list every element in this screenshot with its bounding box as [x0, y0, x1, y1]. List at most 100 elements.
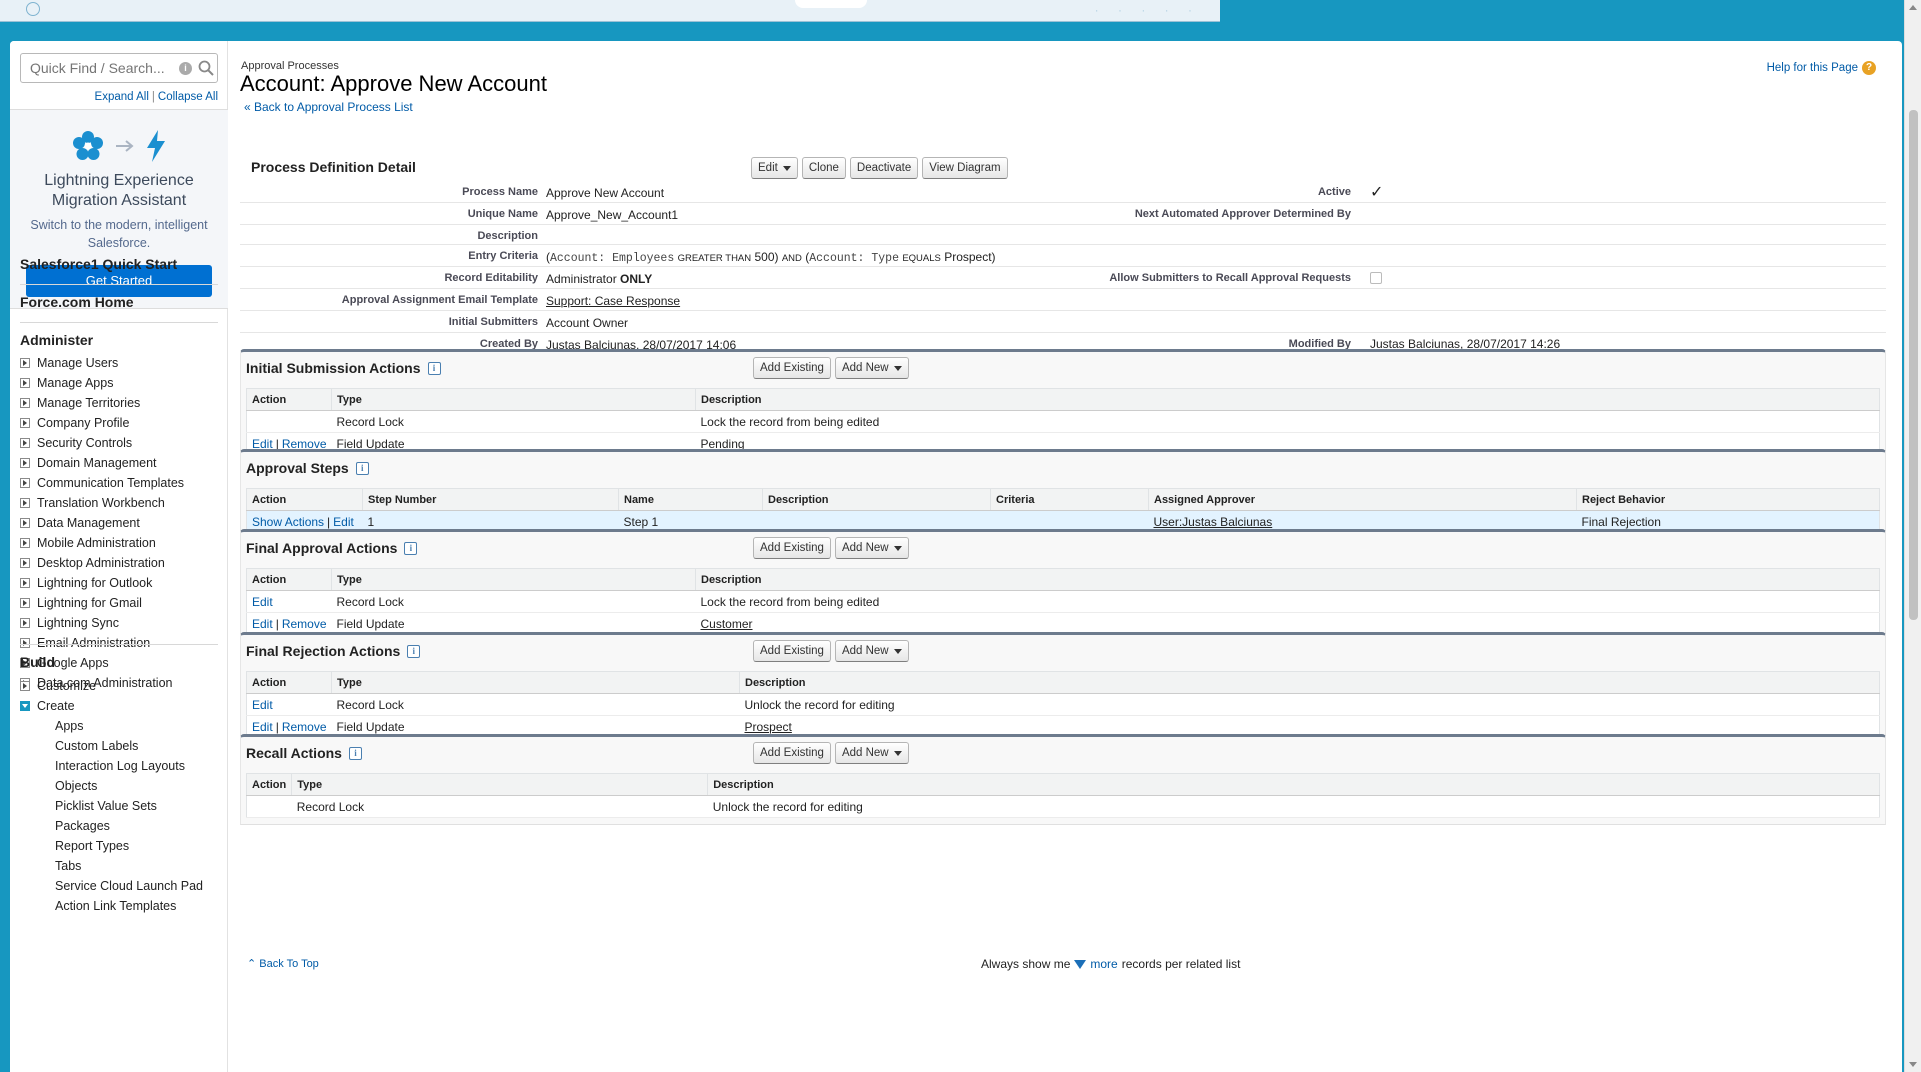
approver-user-link[interactable]: User:Justas Balciunas — [1154, 515, 1273, 529]
salesforce1-quick-start-link[interactable]: Salesforce1 Quick Start — [20, 256, 177, 272]
expand-icon[interactable] — [20, 358, 30, 368]
edit-link[interactable]: Edit — [252, 617, 273, 631]
view-diagram-button[interactable]: View Diagram — [922, 157, 1008, 179]
add-existing-button[interactable]: Add Existing — [753, 742, 831, 764]
expand-icon[interactable] — [20, 681, 30, 691]
info-icon[interactable]: i — [407, 644, 421, 658]
column-header: Type — [331, 388, 696, 411]
approval-steps-table: Action Step Number Name Description Crit… — [246, 488, 1880, 533]
info-icon[interactable]: i — [427, 361, 441, 375]
edit-link[interactable]: Edit — [252, 595, 273, 609]
scroll-down-icon[interactable] — [1909, 1062, 1917, 1067]
sidebar-subitem[interactable]: Report Types — [55, 836, 203, 856]
sidebar-subitem[interactable]: Custom Labels — [55, 736, 203, 756]
info-icon[interactable]: i — [348, 746, 362, 760]
show-actions-link[interactable]: Show Actions — [252, 515, 324, 529]
info-icon[interactable]: i — [404, 541, 418, 555]
clone-button[interactable]: Clone — [801, 157, 846, 179]
sidebar-item[interactable]: Manage Territories — [20, 393, 184, 413]
expand-icon[interactable] — [20, 538, 30, 548]
expand-icon[interactable] — [20, 418, 30, 428]
add-new-dropdown-button[interactable]: Add New — [834, 357, 909, 379]
sidebar-item[interactable]: Data Management — [20, 513, 184, 533]
expand-icon[interactable] — [20, 458, 30, 468]
clear-search-icon[interactable]: i — [179, 62, 192, 75]
sidebar-subitem[interactable]: Picklist Value Sets — [55, 796, 203, 816]
sidebar-subitem[interactable]: Service Cloud Launch Pad — [55, 876, 203, 896]
sidebar-item[interactable]: Company Profile — [20, 413, 184, 433]
expand-all-link[interactable]: Expand All — [95, 91, 149, 103]
expand-icon[interactable] — [20, 578, 30, 588]
sidebar-subitem[interactable]: Action Link Templates — [55, 896, 203, 916]
info-icon[interactable]: i — [355, 461, 369, 475]
page-scrollbar[interactable] — [1904, 0, 1921, 1072]
more-link[interactable]: more — [1090, 957, 1117, 971]
sidebar-subitem[interactable]: Objects — [55, 776, 203, 796]
collapse-icon[interactable] — [20, 701, 30, 711]
sidebar-subitem[interactable]: Interaction Log Layouts — [55, 756, 203, 776]
sidebar-item[interactable]: Lightning Sync — [20, 613, 184, 633]
field-update-link[interactable]: Customer — [701, 617, 753, 631]
sidebar-item[interactable]: Translation Workbench — [20, 493, 184, 513]
help-link[interactable]: Help for this Page ? — [1767, 61, 1876, 75]
expand-icon[interactable] — [20, 518, 30, 528]
sidebar-item[interactable]: Email Administration — [20, 633, 184, 653]
help-icon[interactable]: ? — [1862, 61, 1876, 75]
sidebar-subitem[interactable]: Apps — [55, 716, 203, 736]
expand-icon[interactable] — [20, 378, 30, 388]
remove-link[interactable]: Remove — [282, 720, 327, 734]
email-template-link[interactable]: Support: Case Response — [546, 294, 680, 308]
actions-table: Action Type Description Edit Record Lock… — [246, 671, 1880, 738]
column-header: Description — [762, 488, 991, 511]
add-new-dropdown-button[interactable]: Add New — [834, 742, 909, 764]
field-update-link[interactable]: Prospect — [745, 720, 792, 734]
quick-find-input[interactable] — [21, 54, 166, 82]
edit-link[interactable]: Edit — [252, 720, 273, 734]
sidebar-subitem[interactable]: Tabs — [55, 856, 203, 876]
sidebar-item[interactable]: Mobile Administration — [20, 533, 184, 553]
sidebar-subitem[interactable]: Packages — [55, 816, 203, 836]
expand-icon[interactable] — [20, 638, 30, 648]
sidebar-item[interactable]: Lightning for Gmail — [20, 593, 184, 613]
sidebar-item[interactable]: Desktop Administration — [20, 553, 184, 573]
collapse-all-link[interactable]: Collapse All — [158, 91, 218, 103]
expand-icon[interactable] — [20, 598, 30, 608]
scrollbar-thumb[interactable] — [1909, 110, 1918, 620]
add-new-dropdown-button[interactable]: Add New — [834, 640, 909, 662]
expand-icon[interactable] — [20, 558, 30, 568]
expand-icon[interactable] — [20, 438, 30, 448]
sidebar-item[interactable]: Communication Templates — [20, 473, 184, 493]
expand-icon[interactable] — [20, 618, 30, 628]
more-triangle-icon[interactable] — [1074, 959, 1087, 969]
sidebar-item[interactable]: Manage Users — [20, 353, 184, 373]
sidebar-item[interactable]: Security Controls — [20, 433, 184, 453]
sidebar-item-label: Create — [37, 699, 75, 713]
help-link-text[interactable]: Help for this Page — [1767, 62, 1858, 74]
banner-tab[interactable] — [795, 0, 867, 8]
back-to-list-link[interactable]: « Back to Approval Process List — [244, 100, 413, 114]
remove-link[interactable]: Remove — [282, 617, 327, 631]
force-com-home-link[interactable]: Force.com Home — [20, 294, 134, 310]
edit-link[interactable]: Edit — [252, 698, 273, 712]
deactivate-button[interactable]: Deactivate — [849, 157, 919, 179]
sidebar-item[interactable]: Lightning for Outlook — [20, 573, 184, 593]
sidebar-item[interactable]: Create — [20, 696, 96, 716]
add-new-dropdown-button[interactable]: Add New — [834, 537, 909, 559]
edit-dropdown-button[interactable]: Edit — [751, 157, 798, 179]
add-existing-button[interactable]: Add Existing — [753, 640, 831, 662]
scroll-up-icon[interactable] — [1909, 5, 1917, 10]
add-existing-button[interactable]: Add Existing — [753, 357, 831, 379]
edit-link[interactable]: Edit — [333, 515, 354, 529]
sidebar-item[interactable]: Domain Management — [20, 453, 184, 473]
sidebar-item[interactable]: Customize — [20, 676, 96, 696]
add-existing-button[interactable]: Add Existing — [753, 537, 831, 559]
expand-icon[interactable] — [20, 398, 30, 408]
expand-icon[interactable] — [20, 498, 30, 508]
back-to-top-link[interactable]: ⌃ Back To Top — [247, 957, 319, 970]
initial-submitters-label: Initial Submitters — [448, 316, 538, 328]
expand-icon[interactable] — [20, 478, 30, 488]
banner-decoration-dots: · · · · · — [1094, 3, 1200, 17]
search-icon[interactable] — [198, 60, 214, 76]
detail-row: Process Name Approve New Account Active … — [240, 181, 1886, 203]
sidebar-item[interactable]: Manage Apps — [20, 373, 184, 393]
